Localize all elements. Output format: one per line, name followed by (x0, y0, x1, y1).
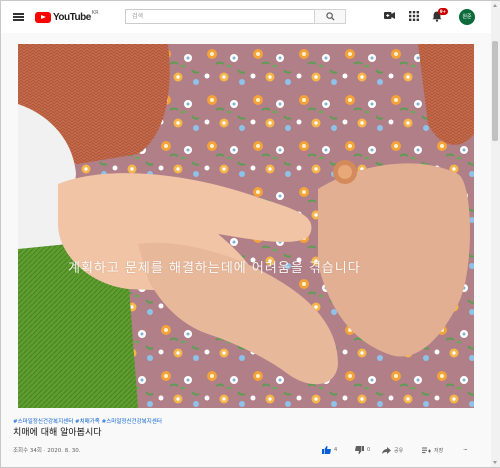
search-icon (326, 12, 335, 21)
scroll-up-icon[interactable] (493, 4, 497, 7)
menu-icon[interactable] (13, 13, 24, 21)
thumbs-up-icon (322, 446, 331, 454)
like-button[interactable]: 4 (322, 445, 337, 455)
browser-window: YouTube KR 검색 9+ 원준 계획하고 문제를 해결하는데에 어려움을… (0, 0, 500, 468)
notification-badge: 9+ (438, 8, 448, 15)
share-label: 공유 (394, 447, 404, 454)
scrollbar[interactable] (491, 1, 500, 467)
share-button[interactable]: 공유 (382, 445, 403, 455)
video-hashtags[interactable]: #스마일정신건강복지센터 #치매가족 #스마일정신건강복지센터 (13, 417, 162, 425)
dislike-count: 0 (367, 447, 371, 453)
more-actions-button[interactable]: ··· (463, 445, 468, 455)
video-overlay-caption: 계획하고 문제를 해결하는데에 어려움을 겪습니다 (68, 261, 361, 276)
logo-text: YouTube (53, 11, 91, 23)
masthead: YouTube KR 검색 9+ 원준 (1, 1, 491, 33)
video-frame-illustration (18, 44, 474, 408)
video-title: 치매에 대해 알아봅시다 (13, 428, 102, 438)
save-button[interactable]: 저장 (422, 445, 443, 455)
scrollbar-thumb[interactable] (492, 41, 498, 141)
search-input[interactable]: 검색 (125, 9, 315, 24)
like-count: 4 (334, 447, 338, 453)
scroll-down-icon[interactable] (493, 461, 497, 464)
create-video-icon[interactable] (384, 11, 395, 20)
more-icon: ··· (463, 446, 468, 454)
apps-grid-icon[interactable] (409, 11, 419, 21)
video-player[interactable]: 계획하고 문제를 해결하는데에 어려움을 겪습니다 (18, 44, 474, 408)
dislike-button[interactable]: 0 (355, 445, 370, 455)
logo-region: KR (91, 10, 99, 16)
share-icon (382, 446, 391, 454)
youtube-logo[interactable]: YouTube KR (35, 10, 99, 24)
search-button[interactable] (314, 9, 346, 24)
avatar[interactable]: 원준 (459, 9, 475, 25)
views-and-date: 조회수 34회 · 2020. 8. 30. (13, 448, 81, 454)
save-label: 저장 (434, 447, 444, 454)
youtube-play-icon (35, 11, 51, 23)
thumbs-down-icon (355, 446, 364, 454)
playlist-add-icon (422, 447, 431, 453)
